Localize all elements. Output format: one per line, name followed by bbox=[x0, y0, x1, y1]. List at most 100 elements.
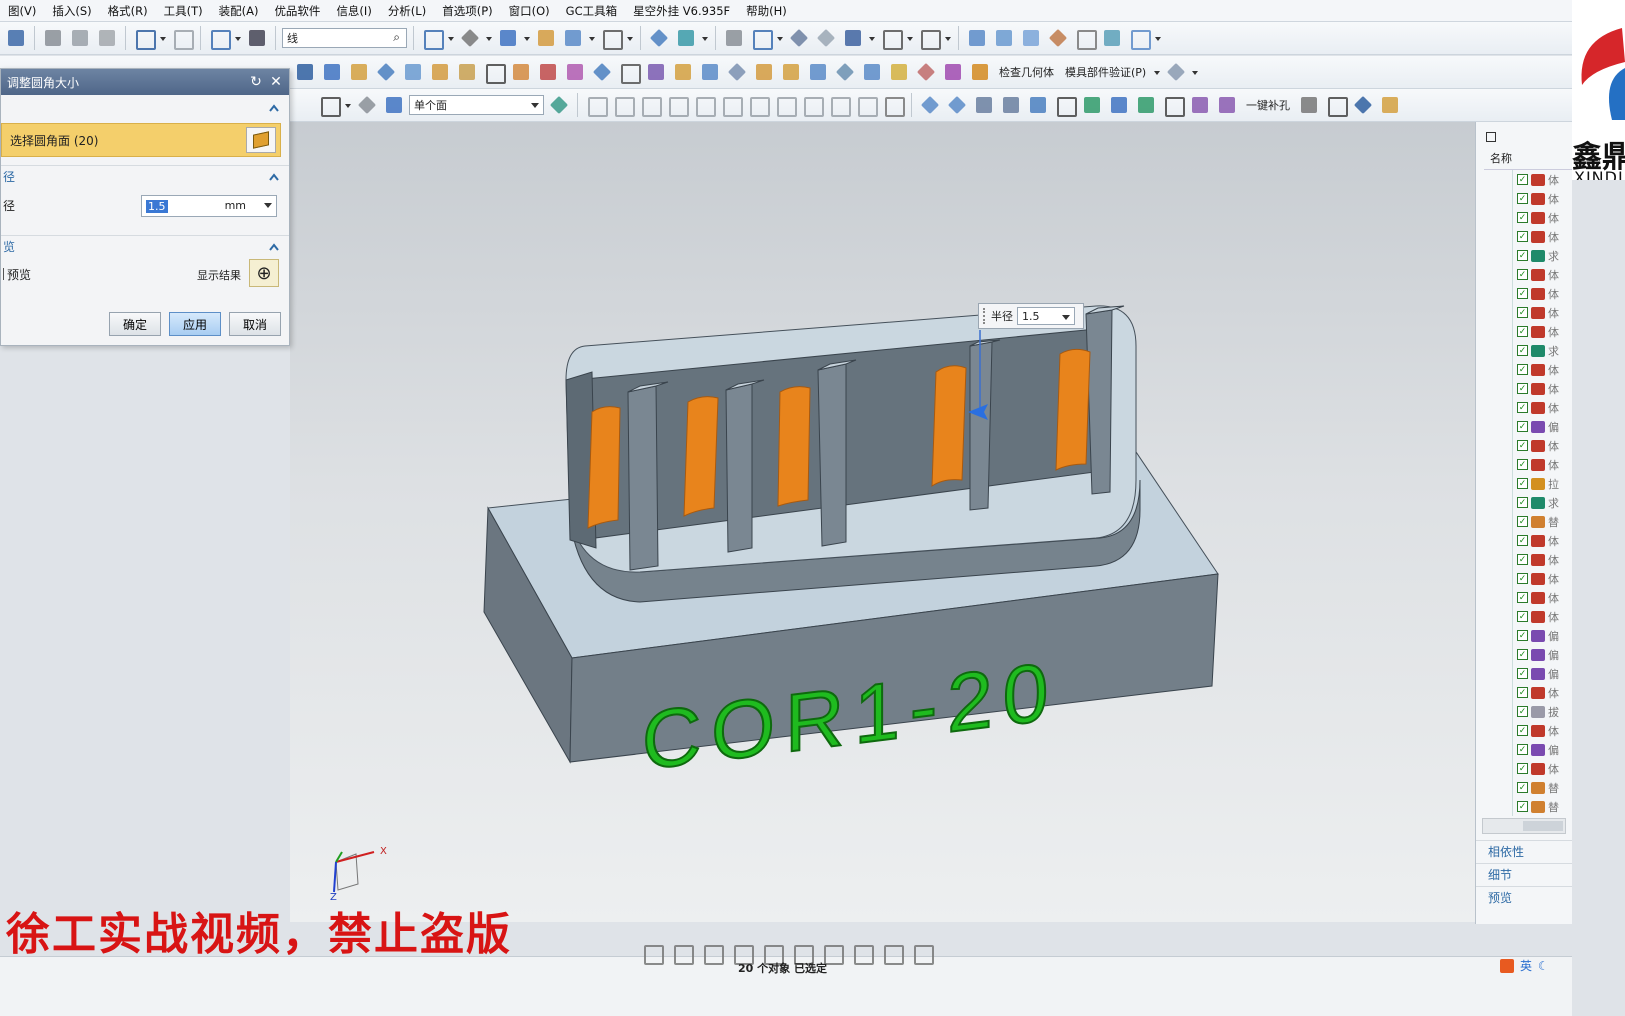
chevron-up-icon[interactable] bbox=[269, 103, 279, 113]
anchor-icon[interactable] bbox=[1351, 93, 1375, 117]
mold-tool-icon-1[interactable] bbox=[918, 93, 942, 117]
visibility-checkbox[interactable]: ✓ bbox=[1517, 573, 1528, 584]
grid-icon[interactable] bbox=[879, 26, 903, 50]
box-icon[interactable] bbox=[534, 26, 558, 50]
tree-row[interactable]: ✓ 体 bbox=[1513, 436, 1572, 455]
tree-row[interactable]: ✓ 体 bbox=[1513, 531, 1572, 550]
background-icon[interactable] bbox=[599, 26, 623, 50]
grid-snap-icon[interactable] bbox=[881, 93, 905, 117]
show-result-icon[interactable]: ⊕ bbox=[249, 259, 279, 287]
visibility-checkbox[interactable]: ✓ bbox=[1517, 535, 1528, 546]
visibility-checkbox[interactable]: ✓ bbox=[1517, 687, 1528, 698]
line-icon[interactable] bbox=[1161, 93, 1185, 117]
visibility-checkbox[interactable]: ✓ bbox=[1517, 668, 1528, 679]
touch-mode-icon[interactable] bbox=[245, 26, 269, 50]
mold-verify-button[interactable]: 模具部件验证(P) bbox=[1061, 64, 1150, 80]
visibility-checkbox[interactable]: ✓ bbox=[1517, 516, 1528, 527]
visibility-checkbox[interactable]: ✓ bbox=[1517, 326, 1528, 337]
tree-row[interactable]: ✓ 体 bbox=[1513, 208, 1572, 227]
tree-row[interactable]: ✓ 体 bbox=[1513, 189, 1572, 208]
chevron-up-icon[interactable] bbox=[269, 172, 279, 182]
mold-tool-icon-3[interactable] bbox=[972, 93, 996, 117]
tree-row[interactable]: ✓ 体 bbox=[1513, 398, 1572, 417]
visibility-checkbox[interactable]: ✓ bbox=[1517, 649, 1528, 660]
select-tool-icon[interactable] bbox=[207, 26, 231, 50]
visibility-checkbox[interactable]: ✓ bbox=[1517, 459, 1528, 470]
snap-icon-2[interactable] bbox=[611, 93, 635, 117]
visibility-checkbox[interactable]: ✓ bbox=[1517, 440, 1528, 451]
menu-item-12[interactable]: 帮助(H) bbox=[738, 3, 795, 19]
sketch-tool-icon-1[interactable] bbox=[640, 941, 664, 965]
shaded-cube-icon[interactable] bbox=[496, 26, 520, 50]
synchronous-icon-1[interactable] bbox=[671, 60, 695, 84]
menu-item-0[interactable]: 图(V) bbox=[0, 3, 44, 19]
horizontal-scrollbar[interactable] bbox=[1482, 818, 1566, 834]
menu-item-2[interactable]: 格式(R) bbox=[100, 3, 156, 19]
mold-tool-icon-5[interactable] bbox=[1026, 93, 1050, 117]
surface-icon-2[interactable] bbox=[992, 26, 1016, 50]
reset-icon[interactable]: ↻ bbox=[247, 73, 265, 91]
chevron-down-icon[interactable] bbox=[264, 203, 272, 212]
synchronous-icon-10[interactable] bbox=[914, 60, 938, 84]
mold-tool-icon-8[interactable] bbox=[1107, 93, 1131, 117]
tree-row[interactable]: ✓ 体 bbox=[1513, 607, 1572, 626]
visibility-checkbox[interactable]: ✓ bbox=[1517, 307, 1528, 318]
mold-tool-icon-4[interactable] bbox=[999, 93, 1023, 117]
trim-body-icon[interactable] bbox=[455, 60, 479, 84]
visibility-checkbox[interactable]: ✓ bbox=[1517, 174, 1528, 185]
visibility-checkbox[interactable]: ✓ bbox=[1517, 383, 1528, 394]
undo-icon[interactable] bbox=[132, 26, 156, 50]
synchronous-icon-4[interactable] bbox=[752, 60, 776, 84]
dialog-title-bar[interactable]: 调整圆角大小 ↻ ✕ bbox=[1, 69, 289, 95]
snap-icon-9[interactable] bbox=[800, 93, 824, 117]
visibility-checkbox[interactable]: ✓ bbox=[1517, 801, 1528, 812]
menu-item-10[interactable]: GC工具箱 bbox=[558, 3, 625, 19]
tree-row[interactable]: ✓ 体 bbox=[1513, 455, 1572, 474]
snap-point-icon[interactable] bbox=[749, 26, 773, 50]
menu-item-5[interactable]: 优品软件 bbox=[266, 3, 328, 19]
image-icon[interactable] bbox=[1297, 93, 1321, 117]
synchronous-icon-11[interactable] bbox=[941, 60, 965, 84]
tree-row[interactable]: ✓ 替 bbox=[1513, 778, 1572, 797]
apply-button[interactable]: 应用 bbox=[169, 312, 221, 336]
split-icon[interactable] bbox=[482, 60, 506, 84]
visibility-checkbox[interactable]: ✓ bbox=[1517, 288, 1528, 299]
surface-icon-4[interactable] bbox=[1046, 26, 1070, 50]
render-style-icon[interactable] bbox=[458, 26, 482, 50]
synchronous-icon-3[interactable] bbox=[725, 60, 749, 84]
redo-icon[interactable] bbox=[170, 26, 194, 50]
layer-icon[interactable] bbox=[561, 26, 585, 50]
arrow-right-icon[interactable] bbox=[547, 93, 571, 117]
visibility-checkbox[interactable]: ✓ bbox=[1517, 231, 1528, 242]
synchronous-icon-8[interactable] bbox=[860, 60, 884, 84]
tree-row[interactable]: ✓ 体 bbox=[1513, 360, 1572, 379]
sketch-tool-icon-2[interactable] bbox=[670, 941, 694, 965]
snap-icon-5[interactable] bbox=[692, 93, 716, 117]
visibility-checkbox[interactable]: ✓ bbox=[1517, 193, 1528, 204]
tree-row[interactable]: ✓ 偏 bbox=[1513, 417, 1572, 436]
surface-icon-3[interactable] bbox=[1019, 26, 1043, 50]
navigator-section-1[interactable]: 细节 bbox=[1476, 863, 1572, 886]
navigator-section-0[interactable]: 相依性 bbox=[1476, 840, 1572, 863]
tree-row[interactable]: ✓ 求 bbox=[1513, 341, 1572, 360]
orient-view-icon[interactable] bbox=[647, 26, 671, 50]
visibility-checkbox[interactable]: ✓ bbox=[1517, 478, 1528, 489]
check-geometry-button[interactable]: 检查几何体 bbox=[995, 64, 1058, 80]
mold-tool-icon-9[interactable] bbox=[1134, 93, 1158, 117]
select-face-row[interactable]: 选择圆角面 (20) bbox=[1, 123, 281, 157]
motion-icon[interactable] bbox=[841, 26, 865, 50]
fillet-face-3[interactable] bbox=[777, 386, 811, 507]
select-box-icon[interactable] bbox=[317, 93, 341, 117]
offset-face-icon[interactable] bbox=[509, 60, 533, 84]
sketch-tool-icon-10[interactable] bbox=[910, 941, 934, 965]
fillet-face-5[interactable] bbox=[1055, 348, 1091, 471]
snap-icon-7[interactable] bbox=[746, 93, 770, 117]
tree-row[interactable]: ✓ 体 bbox=[1513, 721, 1572, 740]
visibility-checkbox[interactable]: ✓ bbox=[1517, 782, 1528, 793]
menu-item-6[interactable]: 信息(I) bbox=[328, 3, 379, 19]
tree-row[interactable]: ✓ 替 bbox=[1513, 512, 1572, 531]
surface-icon-7[interactable] bbox=[1127, 26, 1151, 50]
wcs-icon[interactable] bbox=[674, 26, 698, 50]
visibility-checkbox[interactable]: ✓ bbox=[1517, 269, 1528, 280]
chamfer-icon[interactable] bbox=[401, 60, 425, 84]
